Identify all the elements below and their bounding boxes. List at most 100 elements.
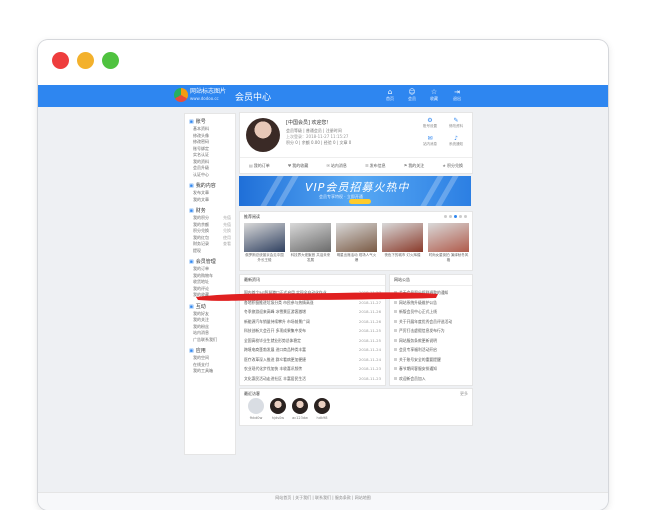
notice-row[interactable]: 会员专享福利活动开启: [394, 347, 468, 353]
recommend-thumbnail[interactable]: [428, 223, 469, 252]
star-nav-button[interactable]: ☆ 收藏: [427, 88, 441, 101]
visitor[interactable]: hjds0w: [268, 398, 288, 420]
notice-title: 网站公告: [390, 275, 472, 286]
banner-join-button[interactable]: [349, 199, 371, 204]
bullet-icon: [394, 310, 397, 313]
profile-stats: 积分 0 | 余额 0.00 | 经验 0 | 文章 0: [286, 140, 352, 145]
profile-tab[interactable]: ▤我的订单: [240, 158, 279, 173]
notice-row[interactable]: 春节期间客服安排通知: [394, 366, 468, 372]
avatar[interactable]: [246, 118, 280, 152]
visitor[interactable]: ac123dw: [290, 398, 310, 420]
news-title-text: 农业现代化步伐加快 丰收喜讯频传: [244, 366, 303, 371]
notice-row[interactable]: 严厉打击虚假信息发布行为: [394, 328, 468, 334]
profile-quick-tabs: ▤我的订单 ♥我的收藏 ✉站内消息 ☰发布信息 ⚑我的关注 ★积分兑换: [240, 157, 472, 173]
tab-label: 站内消息: [330, 163, 347, 168]
sidebar-item[interactable]: 提现: [185, 248, 235, 255]
news-row[interactable]: 冬季旅游迎来高峰 冰雪景区游客激增 2018-11-26: [244, 309, 381, 315]
site-logo-icon[interactable]: [174, 88, 188, 102]
sidebar-group: ▣ 应用 我的空间 在线支付 我的工具箱: [185, 347, 235, 375]
visitor-name: ac123dw: [292, 416, 308, 420]
user-nav-button[interactable]: ☺ 会员: [405, 88, 419, 101]
banner-title: VIP会员招募火热中: [305, 181, 410, 194]
minimize-window-button[interactable]: [77, 52, 94, 69]
notice-row[interactable]: 欢迎新会员加入: [394, 376, 468, 382]
visitors-more-link[interactable]: 更多: [460, 391, 468, 397]
bell-icon: ♪: [454, 135, 458, 142]
notice-row[interactable]: 关于账号安全的重要提醒: [394, 357, 468, 363]
visitor[interactable]: fhkd0w: [246, 398, 266, 420]
notice-text: 关于账号安全的重要提醒: [399, 356, 441, 362]
visitor-name: hjds0w: [271, 416, 285, 420]
news-title: 最新资讯: [240, 275, 385, 286]
news-row[interactable]: 农业现代化步伐加快 丰收喜讯频传 2018-11-23: [244, 366, 381, 372]
recommend-caption[interactable]: 俄罗斯总统普京会见中国外长王毅: [244, 253, 285, 262]
news-title-text: 新能源汽车销量持续攀升 市场前景广阔: [244, 318, 310, 324]
sidebar-item[interactable]: 我的文章: [185, 197, 235, 204]
site-name[interactable]: 网站标志图片: [190, 88, 226, 95]
profile-tab[interactable]: ★积分兑换: [433, 158, 472, 173]
news-row[interactable]: 新能源汽车销量持续攀升 市场前景广阔 2018-11-26: [244, 319, 381, 325]
home-nav-button[interactable]: ⌂ 首页: [383, 88, 397, 101]
profile-tab[interactable]: ☰发布信息: [356, 158, 395, 173]
recommend-caption[interactable]: 科技界大佬聚首 共话未来发展: [290, 253, 331, 262]
recommend-thumbnail[interactable]: [382, 223, 423, 252]
recommend-thumbnail[interactable]: [290, 223, 331, 252]
tab-label: 发布信息: [369, 163, 386, 168]
news-date: 2018-11-23: [358, 375, 381, 381]
sidebar-item[interactable]: 广告联系我们: [185, 337, 235, 344]
sidebar-group-label: 账号: [195, 119, 206, 125]
sidebar-group-title: ▣ 财务: [185, 207, 235, 215]
edit-action-button[interactable]: ✎ 修改资料: [446, 117, 466, 129]
settings-action-button[interactable]: ⚙ 账号设置: [420, 117, 440, 129]
news-row[interactable]: 文化惠民活动走进社区 丰富居民生活 2018-11-23: [244, 376, 381, 382]
sidebar-group-label: 应用: [195, 348, 206, 354]
news-row[interactable]: 跨境电商蓬勃发展 进口商品种类丰富 2018-11-24: [244, 347, 381, 353]
visitors-panel: 最近访客 更多 fhkd0w hjds0w ac123dw hdk98: [239, 388, 473, 426]
bullet-icon: [394, 319, 397, 323]
bell-action-button[interactable]: ♪ 系统通知: [446, 135, 466, 147]
group-icon: ▣: [189, 183, 194, 189]
avatar: [248, 398, 264, 414]
recommend-caption[interactable]: 夜色下的城市 灯火辉煌: [382, 253, 423, 258]
sidebar-item[interactable]: 我的工具箱: [185, 368, 235, 375]
sidebar-item-label: 认证中心: [193, 171, 209, 177]
notice-row[interactable]: 网站服务条款更新说明: [394, 338, 468, 344]
profile-tab[interactable]: ⚑我的关注: [395, 158, 434, 173]
sidebar-item-label: 广告联系我们: [193, 336, 217, 342]
notice-row[interactable]: 关于开展年度优秀会员评选活动: [394, 319, 468, 325]
maximize-window-button[interactable]: [102, 52, 119, 69]
close-window-button[interactable]: [52, 52, 69, 69]
sidebar-group-title: ▣ 账号: [185, 118, 235, 126]
tab-label: 我的订单: [253, 163, 270, 168]
news-title-text: 文化惠民活动走进社区 丰富居民生活: [244, 375, 306, 381]
star-icon: ☆: [430, 88, 438, 96]
tab-icon: ♥: [287, 163, 292, 168]
sidebar-item-action[interactable]: 查看: [223, 241, 231, 248]
avatar: [314, 398, 330, 414]
carousel-dots[interactable]: [444, 215, 467, 218]
notice-row[interactable]: 新版会员中心正式上线: [394, 309, 468, 315]
recommend-thumbnail[interactable]: [336, 223, 377, 252]
message-action-button[interactable]: ✉ 站内消息: [420, 135, 440, 147]
news-row[interactable]: 科技创新大会召开 多项成果集中发布 2018-11-25: [244, 328, 381, 334]
visitor[interactable]: hdk98: [312, 398, 332, 420]
recommend-caption[interactable]: 时尚女星街拍 演绎秋冬风格: [428, 253, 469, 262]
exit-nav-button[interactable]: ⇥ 退出: [450, 88, 464, 101]
sidebar-item[interactable]: 认证中心: [185, 172, 235, 179]
sidebar-group: ▣ 我的内容 发布文章 我的文章: [185, 182, 235, 203]
sidebar: ▣ 账号 基本资料 修改头像 修改密码 账号绑定 实名认证 我的资料 会员升级 认证中心 ▣ 我的内容…: [184, 113, 236, 455]
news-row[interactable]: 全国高校毕业生就业形势总体稳定 2018-11-25: [244, 338, 381, 344]
notice-text: 严厉打击虚假信息发布行为: [399, 328, 445, 333]
bullet-icon: [394, 367, 397, 370]
bullet-icon: [394, 329, 397, 332]
vip-banner[interactable]: VIP会员招募火热中 会员专享特权 · 立即开通: [239, 176, 471, 206]
recommend-title: 推荐阅读: [244, 214, 260, 219]
recommend-caption[interactable]: 明星出席活动 现场人气火爆: [336, 253, 377, 262]
profile-tab[interactable]: ♥我的收藏: [279, 158, 318, 173]
recommend-thumbnail[interactable]: [244, 223, 285, 252]
news-row[interactable]: 医疗改革深入推进 群众看病更加便捷 2018-11-24: [244, 357, 381, 363]
sidebar-group-label: 互动: [195, 303, 206, 310]
profile-tab[interactable]: ✉站内消息: [317, 158, 356, 173]
news-title-text: 医疗改革深入推进 群众看病更加便捷: [244, 356, 306, 362]
news-title-text: 科技创新大会召开 多项成果集中发布: [244, 328, 306, 333]
